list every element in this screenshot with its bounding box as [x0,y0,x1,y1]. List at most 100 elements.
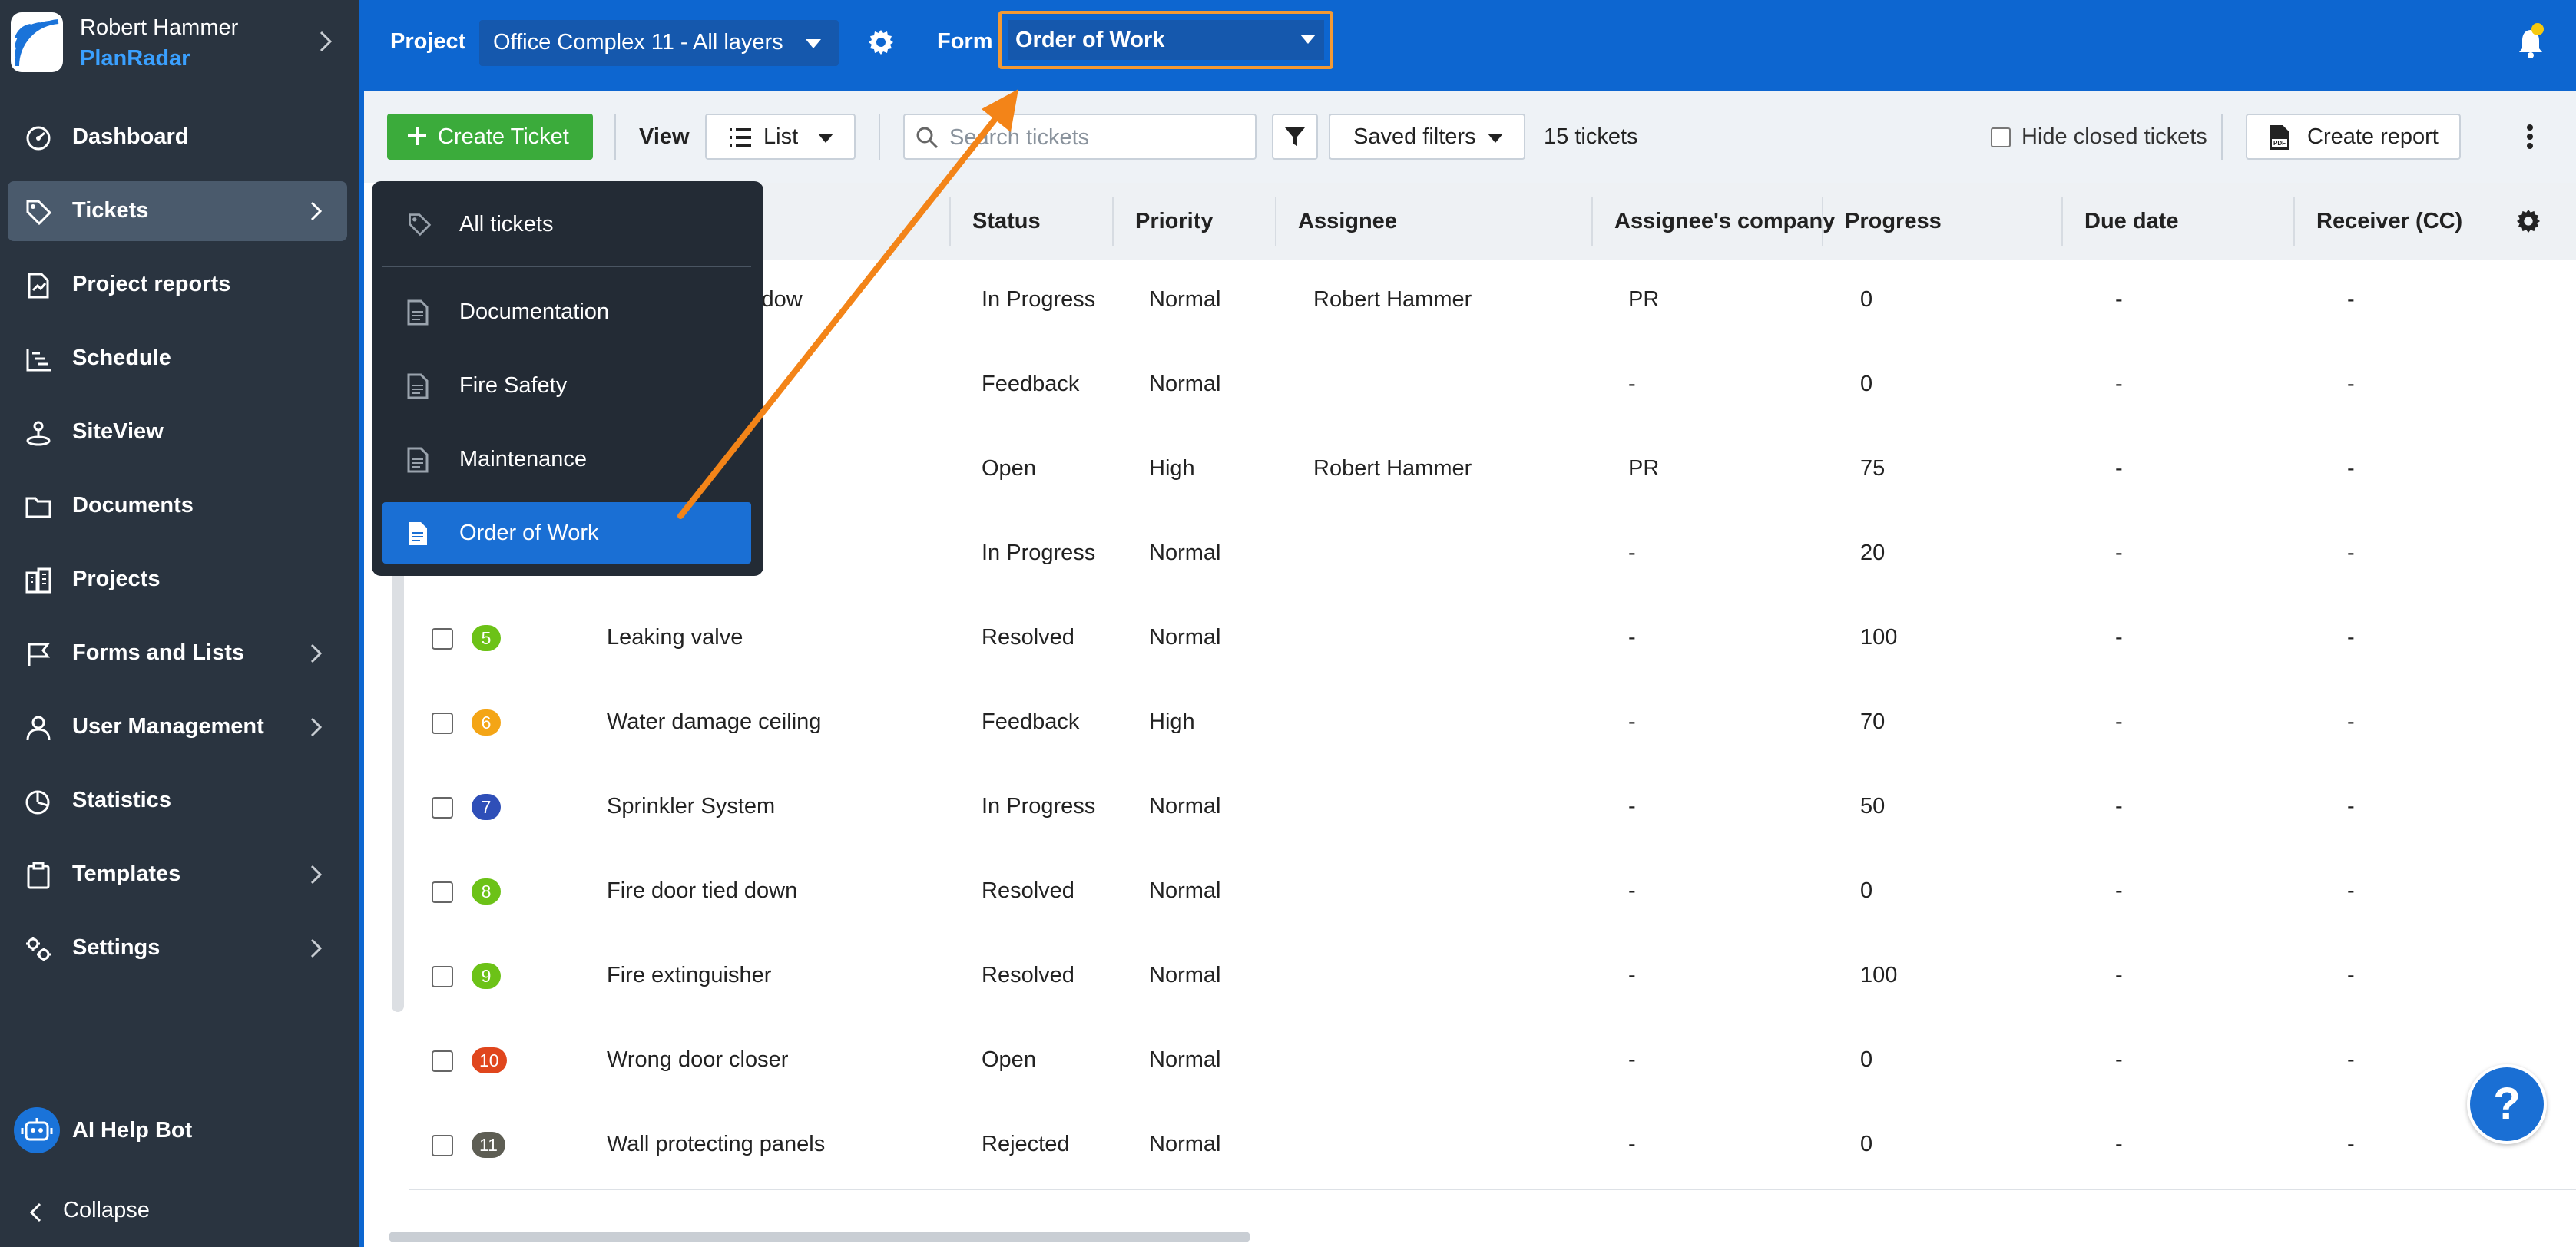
table-row[interactable]: 8 Fire door tied down Resolved Normal - 0 - - [409,851,2576,937]
saved-filters-select[interactable]: Saved filters [1329,114,1525,160]
sidebar-item-statistics[interactable]: Statistics [8,771,347,831]
sidebar-item-label: Schedule [72,346,171,370]
create-report-label: Create report [2307,124,2439,149]
sidebar-item-siteview[interactable]: SiteView [8,402,347,462]
form-select[interactable]: Order of Work [998,11,1333,69]
ticket-priority: High [1149,710,1195,734]
row-checkbox[interactable] [432,713,453,734]
column-header-progress[interactable]: Progress [1845,209,1942,234]
clipboard-icon [25,862,52,889]
sidebar-item-documents[interactable]: Documents [8,476,347,536]
dropdown-item-documentation[interactable]: Documentation [382,281,751,342]
form-select-field: Order of Work [1008,20,1324,60]
filter-button[interactable] [1272,114,1318,160]
dropdown-item-maintenance[interactable]: Maintenance [382,428,751,490]
funnel-icon [1285,127,1305,146]
ticket-status: Open [982,1047,1036,1072]
pie-chart-icon [25,788,52,815]
table-row[interactable]: 11 Wall protecting panels Rejected Normal - 0… [409,1104,2576,1190]
sidebar-item-schedule[interactable]: Schedule [8,329,347,389]
table-row[interactable]: 7 Sprinkler System In Progress Normal - 50 - - [409,766,2576,852]
column-divider [2293,197,2295,246]
search-field[interactable] [903,114,1257,160]
row-checkbox[interactable] [432,628,453,650]
ticket-priority: Normal [1149,963,1221,987]
ticket-priority: Normal [1149,878,1221,903]
ticket-due-date: - [2115,794,2123,819]
sidebar-item-project-reports[interactable]: Project reports [8,255,347,315]
robot-icon [14,1107,60,1153]
ticket-receiver-cc: - [2347,963,2355,987]
divider [2221,114,2223,160]
user-menu[interactable]: Robert Hammer PlanRadar [0,0,359,92]
table-row[interactable]: 9 Fire extinguisher Resolved Normal - 100 - - [409,935,2576,1021]
row-checkbox[interactable] [432,1135,453,1156]
ticket-assignee-company: PR [1628,287,1660,312]
dropdown-item-order-of-work[interactable]: Order of Work [382,502,751,564]
ticket-due-date: - [2115,625,2123,650]
sidebar-item-label: Statistics [72,788,171,812]
table-row[interactable]: 10 Wrong door closer Open Normal - 0 - - [409,1020,2576,1106]
sidebar-item-projects[interactable]: Projects [8,550,347,610]
caret-down-icon [1300,34,1316,45]
dashboard-icon [25,124,52,152]
sidebar-item-tickets[interactable]: Tickets [8,181,347,241]
dropdown-item-all-tickets[interactable]: All tickets [382,194,751,255]
column-header-priority[interactable]: Priority [1135,209,1214,234]
more-options-icon[interactable] [2525,121,2535,152]
collapse-label: Collapse [63,1198,150,1222]
ticket-assignee-company: - [1628,878,1636,903]
ticket-progress: 75 [1860,456,1886,481]
ticket-title: Water damage ceiling [607,710,822,734]
ticket-due-date: - [2115,878,2123,903]
row-checkbox[interactable] [432,1050,453,1072]
ticket-number-badge: 10 [472,1047,507,1073]
ai-help-bot-button[interactable]: AI Help Bot [14,1107,352,1155]
create-report-button[interactable]: PDF Create report [2246,114,2461,160]
sidebar-item-templates[interactable]: Templates [8,845,347,905]
dropdown-item-label: All tickets [459,212,554,237]
project-select[interactable]: Office Complex 11 - All layers [479,20,839,66]
row-checkbox[interactable] [432,966,453,987]
dropdown-item-label: Fire Safety [459,373,568,398]
column-header-due-date[interactable]: Due date [2084,209,2178,234]
create-ticket-button[interactable]: Create Ticket [387,114,593,160]
sidebar-item-forms-and-lists[interactable]: Forms and Lists [8,624,347,683]
divider [879,114,880,160]
search-input[interactable] [948,123,1250,152]
ticket-progress: 0 [1860,287,1873,312]
column-header-status[interactable]: Status [972,209,1041,234]
view-select[interactable]: List [705,114,856,160]
dropdown-item-fire-safety[interactable]: Fire Safety [382,355,751,416]
gear-icon[interactable] [868,29,894,55]
document-icon [407,447,429,473]
column-header-assignees-company[interactable]: Assignee's company [1614,209,1835,234]
building-icon [25,567,52,594]
tag-icon [407,212,432,237]
help-button[interactable]: ? [2467,1064,2547,1144]
project-select-value: Office Complex 11 - All layers [493,30,783,55]
hide-closed-label: Hide closed tickets [2021,124,2207,149]
sidebar-item-dashboard[interactable]: Dashboard [8,108,347,167]
dropdown-item-label: Maintenance [459,447,588,471]
document-icon [407,299,429,326]
sidebar-item-user-management[interactable]: User Management [8,697,347,757]
column-header-assignee[interactable]: Assignee [1298,209,1397,234]
row-checkbox[interactable] [432,797,453,819]
ticket-receiver-cc: - [2347,710,2355,734]
checkbox[interactable] [1991,127,2011,147]
row-checkbox[interactable] [432,882,453,903]
create-ticket-label: Create Ticket [438,124,569,149]
table-row[interactable]: 6 Water damage ceiling Feedback High - 70 - - [409,682,2576,768]
ticket-assignee-company: PR [1628,456,1660,481]
column-settings-gear-icon[interactable] [2516,209,2541,233]
sidebar-item-settings[interactable]: Settings [8,918,347,978]
chevron-right-icon [309,716,324,739]
sidebar-item-label: Dashboard [72,124,189,149]
column-divider [1275,197,1276,246]
column-header-receiver-cc[interactable]: Receiver (CC) [2316,209,2462,234]
table-row[interactable]: 5 Leaking valve Resolved Normal - 100 - - [409,597,2576,683]
saved-filters-label: Saved filters [1353,124,1476,149]
ticket-progress: 0 [1860,1132,1873,1156]
horizontal-scrollbar[interactable] [389,1232,1250,1242]
